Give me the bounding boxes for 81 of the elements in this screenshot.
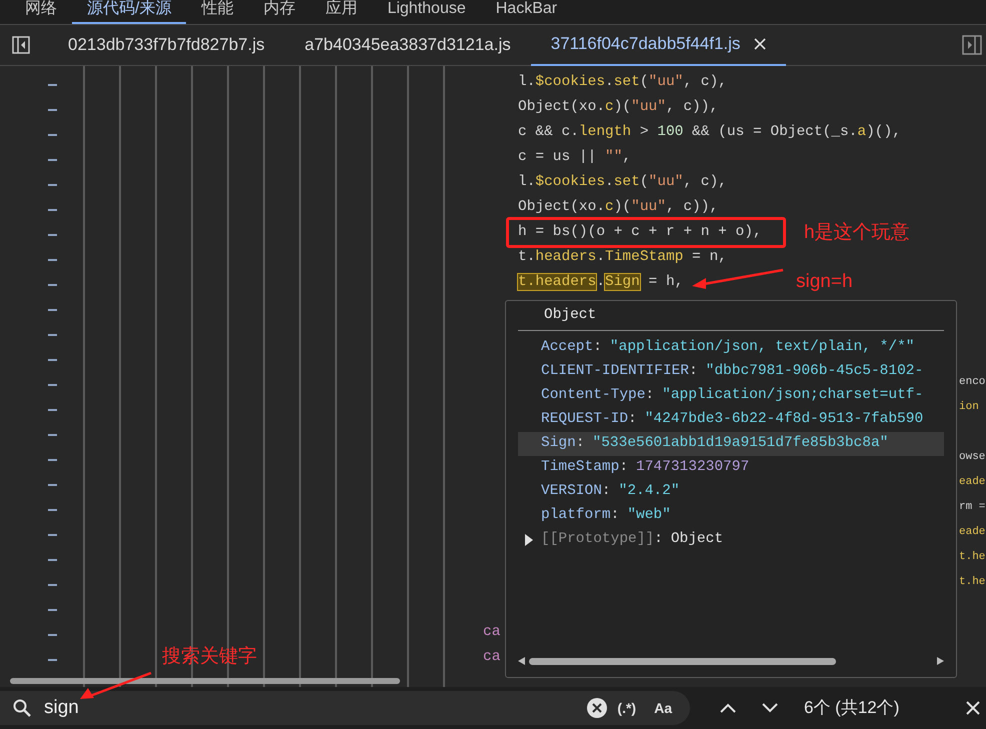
fold-marker-icon [48, 108, 57, 110]
code-line: c && c.length > 100 && (us = Object(_s.a)(), [518, 124, 901, 140]
popover-title: Object [544, 306, 596, 325]
fold-marker-icon [48, 284, 57, 286]
property-row[interactable]: Accept: "application/json, text/plain, */*" [518, 336, 944, 360]
fold-marker-icon [48, 558, 57, 560]
match-count: 6个 (共12个) [804, 697, 900, 720]
expand-triangle-icon[interactable] [524, 534, 534, 546]
fold-marker-icon [48, 634, 57, 636]
property-row[interactable]: TimeStamp: 1747313230797 [518, 456, 944, 480]
fold-marker-icon [48, 234, 57, 236]
scroll-right-icon[interactable] [937, 657, 944, 665]
panel-toggle-icon[interactable] [962, 35, 982, 55]
code-fragment: rm = [959, 501, 986, 514]
fold-marker-icon [48, 534, 57, 536]
property-row[interactable]: CLIENT-IDENTIFIER: "dbbc7981-906b-45c5-8102- [518, 360, 944, 384]
code-fragment: enco [959, 376, 986, 388]
fold-marker-icon [48, 258, 57, 260]
fold-marker-icon [48, 184, 57, 186]
property-row[interactable]: Sign: "533e5601abb1d19a9151d7fe85b3bc8a" [518, 432, 944, 456]
annotation-arrow [80, 672, 152, 700]
fold-marker-icon [48, 308, 57, 310]
fold-marker-icon [48, 208, 57, 210]
property-row[interactable]: VERSION: "2.4.2" [518, 480, 944, 504]
code-line: Object(xo.c)("uu", c)), [518, 98, 718, 115]
fold-marker-icon [48, 358, 57, 360]
code-fragment: t.he [959, 576, 986, 588]
fold-marker-icon [48, 384, 57, 386]
match-case-button[interactable]: Aa [654, 698, 672, 718]
code-line: h = bs()(o + c + r + n + o), [518, 224, 762, 240]
panel-tab[interactable]: 内存 [248, 0, 310, 24]
annotation-note: 搜索关键字 [162, 645, 257, 669]
fold-marker-icon [48, 408, 57, 410]
fold-marker-icon [48, 658, 57, 660]
chevron-up-icon[interactable] [720, 703, 736, 713]
code-fragment: eade [959, 476, 986, 488]
fold-marker-icon [48, 584, 57, 586]
regex-button[interactable]: (.*) [617, 698, 636, 718]
search-icon [12, 698, 32, 718]
code-fragment: ca [483, 648, 500, 665]
code-line: c = us || "", [518, 148, 632, 165]
code-line: t.headers.TimeStamp = n, [518, 248, 727, 265]
scroll-left-icon[interactable] [518, 657, 525, 665]
close-icon[interactable] [754, 38, 766, 50]
property-row[interactable]: platform: "web" [518, 504, 944, 528]
code-fragment: ion [959, 401, 979, 414]
search-field[interactable]: sign (.*) Aa [0, 691, 690, 725]
code-fragment: eade [959, 526, 986, 538]
code-fragment: t.he [959, 551, 986, 564]
fold-marker-icon [48, 334, 57, 336]
annotation-note: h是这个玩意 [804, 221, 910, 245]
file-tab[interactable]: 0213db733f7b7fd827b7.js [48, 24, 285, 66]
code-fragment: ca [483, 624, 500, 640]
fold-marker-icon [48, 458, 57, 460]
fold-marker-icon [48, 484, 57, 486]
prototype-row[interactable]: [[Prototype]]: Object [541, 529, 724, 551]
fold-marker-icon [48, 508, 57, 510]
file-tab[interactable]: 37116f04c7dabb5f44f1.js [530, 24, 786, 66]
chevron-down-icon[interactable] [762, 703, 778, 713]
property-row[interactable]: REQUEST-ID: "4247bde3-6b22-4f8d-9513-7fab590 [518, 408, 944, 432]
file-tab[interactable]: a7b40345ea3837d3121a.js [284, 24, 531, 66]
fold-marker-icon [48, 134, 57, 136]
panel-tab[interactable]: Lighthouse [372, 0, 481, 24]
fold-marker-icon [48, 158, 57, 160]
property-row[interactable]: Content-Type: "application/json;charset=utf- [518, 384, 944, 408]
annotation-note: sign=h [796, 270, 853, 294]
clear-icon[interactable] [587, 698, 608, 718]
panel-tab[interactable]: 网络 [10, 0, 72, 24]
fold-marker-icon [48, 434, 57, 436]
panel-tab[interactable]: 性能 [186, 0, 248, 24]
close-icon[interactable] [966, 701, 980, 715]
code-line: l.$cookies.set("uu", c), [518, 174, 727, 190]
code-line: l.$cookies.set("uu", c), [518, 74, 727, 90]
code-line: Object(xo.c)("uu", c)), [518, 198, 718, 215]
fold-marker-icon [48, 84, 57, 86]
popover-scrollbar[interactable] [518, 655, 944, 667]
code-line: t.headers.Sign = h, [518, 274, 684, 290]
sidebar-toggle-icon[interactable] [12, 36, 30, 54]
code-fragment: owse [959, 451, 986, 464]
panel-tab[interactable]: HackBar [480, 0, 572, 24]
fold-marker-icon [48, 608, 57, 610]
